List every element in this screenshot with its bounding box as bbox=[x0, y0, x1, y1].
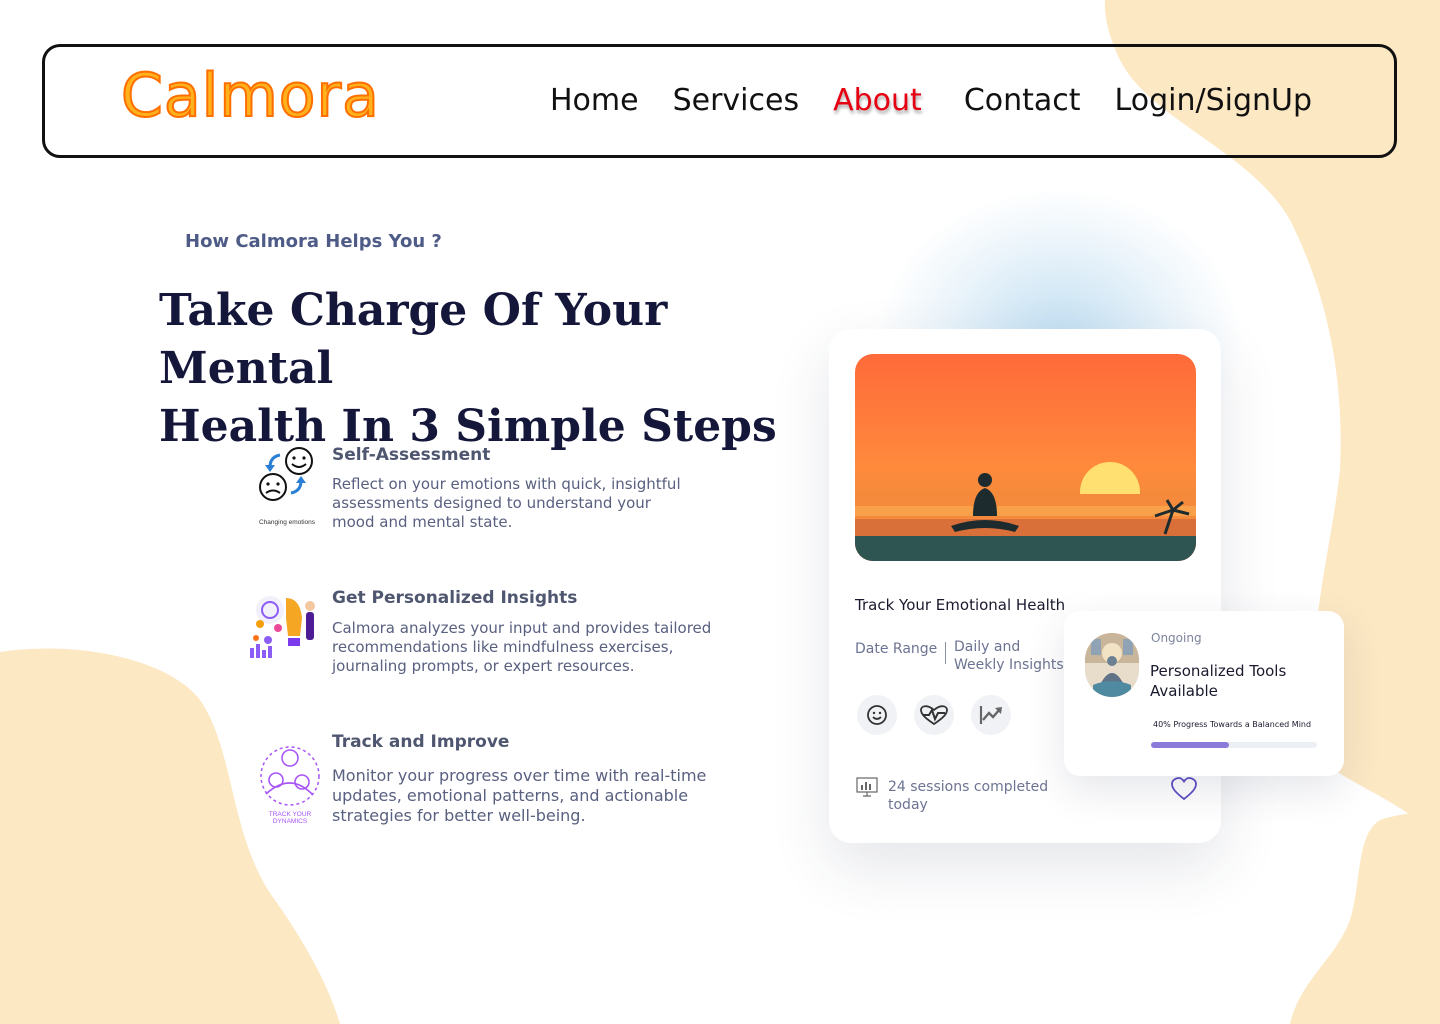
status-label: Ongoing bbox=[1151, 631, 1202, 645]
trend-button[interactable] bbox=[971, 695, 1011, 735]
progress-fill bbox=[1151, 742, 1230, 748]
step-description: Calmora analyzes your input and provides… bbox=[332, 619, 732, 676]
range-divider bbox=[945, 642, 946, 664]
progress-label: 40% Progress Towards a Balanced Mind bbox=[1153, 720, 1312, 729]
step-title: Get Personalized Insights bbox=[332, 588, 578, 608]
changing-emotions-icon: Changing emotions bbox=[259, 447, 316, 526]
progress-bar bbox=[1151, 742, 1317, 748]
sub-card-title-line: Available bbox=[1150, 682, 1218, 700]
step-title: Self-Assessment bbox=[332, 445, 491, 465]
sub-card-title: Personalized Tools Available bbox=[1150, 661, 1340, 701]
card-actions bbox=[857, 695, 1028, 735]
step-desc-line: assessments designed to understand your bbox=[332, 494, 651, 512]
track-dynamics-icon: TRACK YOUR DYNAMICS bbox=[260, 746, 320, 825]
personalized-tools-card[interactable]: Ongoing Personalized Tools Available 40%… bbox=[1064, 611, 1344, 776]
page-title: Take Charge Of Your Mental Health In 3 S… bbox=[159, 282, 839, 456]
nav-link-home[interactable]: Home bbox=[550, 83, 639, 118]
smile-icon bbox=[867, 705, 887, 725]
date-range-label: Date Range bbox=[855, 641, 938, 657]
step-desc-line: recommendations like mindfulness exercis… bbox=[332, 638, 674, 656]
track-dynamics-caption-1: TRACK YOUR bbox=[269, 811, 312, 818]
sub-card-title-line: Personalized Tools bbox=[1150, 662, 1287, 680]
mood-button[interactable] bbox=[857, 695, 897, 735]
step-description: Monitor your progress over time with rea… bbox=[332, 766, 732, 826]
sessions-line: 24 sessions completed bbox=[888, 779, 1049, 795]
sessions-summary: 24 sessions completed today bbox=[888, 778, 1078, 814]
heart-icon[interactable] bbox=[1170, 775, 1198, 803]
step-title: Track and Improve bbox=[332, 732, 510, 752]
nav-links: Home Services About Contact Login/SignUp bbox=[550, 83, 1346, 118]
step-desc-line: strategies for better well-being. bbox=[332, 806, 586, 825]
nav-link-contact[interactable]: Contact bbox=[964, 83, 1081, 118]
step-desc-line: mood and mental state. bbox=[332, 513, 513, 531]
step-desc-line: Calmora analyzes your input and provides… bbox=[332, 619, 712, 637]
changing-emotions-caption: Changing emotions bbox=[259, 519, 316, 526]
step-desc-line: Monitor your progress over time with rea… bbox=[332, 766, 707, 785]
card-title: Track Your Emotional Health bbox=[855, 596, 1066, 614]
brand-logo[interactable]: Calmora bbox=[120, 60, 380, 132]
sessions-chart-icon bbox=[856, 777, 878, 797]
step-desc-line: updates, emotional patterns, and actiona… bbox=[332, 786, 689, 805]
heartbeat-icon bbox=[920, 705, 948, 726]
step-desc-line: journaling prompts, or expert resources. bbox=[332, 657, 635, 675]
trend-up-icon bbox=[979, 706, 1002, 724]
nav-link-login-signup[interactable]: Login/SignUp bbox=[1115, 83, 1312, 118]
navbar: Calmora Home Services About Contact Logi… bbox=[42, 44, 1397, 158]
meditation-sunset-image bbox=[855, 354, 1196, 561]
meditation-avatar bbox=[1085, 633, 1139, 697]
section-eyebrow: How Calmora Helps You ? bbox=[185, 231, 442, 252]
track-dynamics-caption-2: DYNAMICS bbox=[273, 818, 308, 825]
step-desc-line: Reflect on your emotions with quick, ins… bbox=[332, 475, 681, 493]
sessions-line: today bbox=[888, 797, 928, 813]
nav-link-about[interactable]: About bbox=[833, 83, 922, 118]
personalized-insights-icon bbox=[250, 596, 315, 658]
heart-rate-button[interactable] bbox=[914, 695, 954, 735]
step-description: Reflect on your emotions with quick, ins… bbox=[332, 475, 732, 532]
headline-line-1: Take Charge Of Your Mental bbox=[159, 285, 668, 394]
nav-link-services[interactable]: Services bbox=[673, 83, 800, 118]
